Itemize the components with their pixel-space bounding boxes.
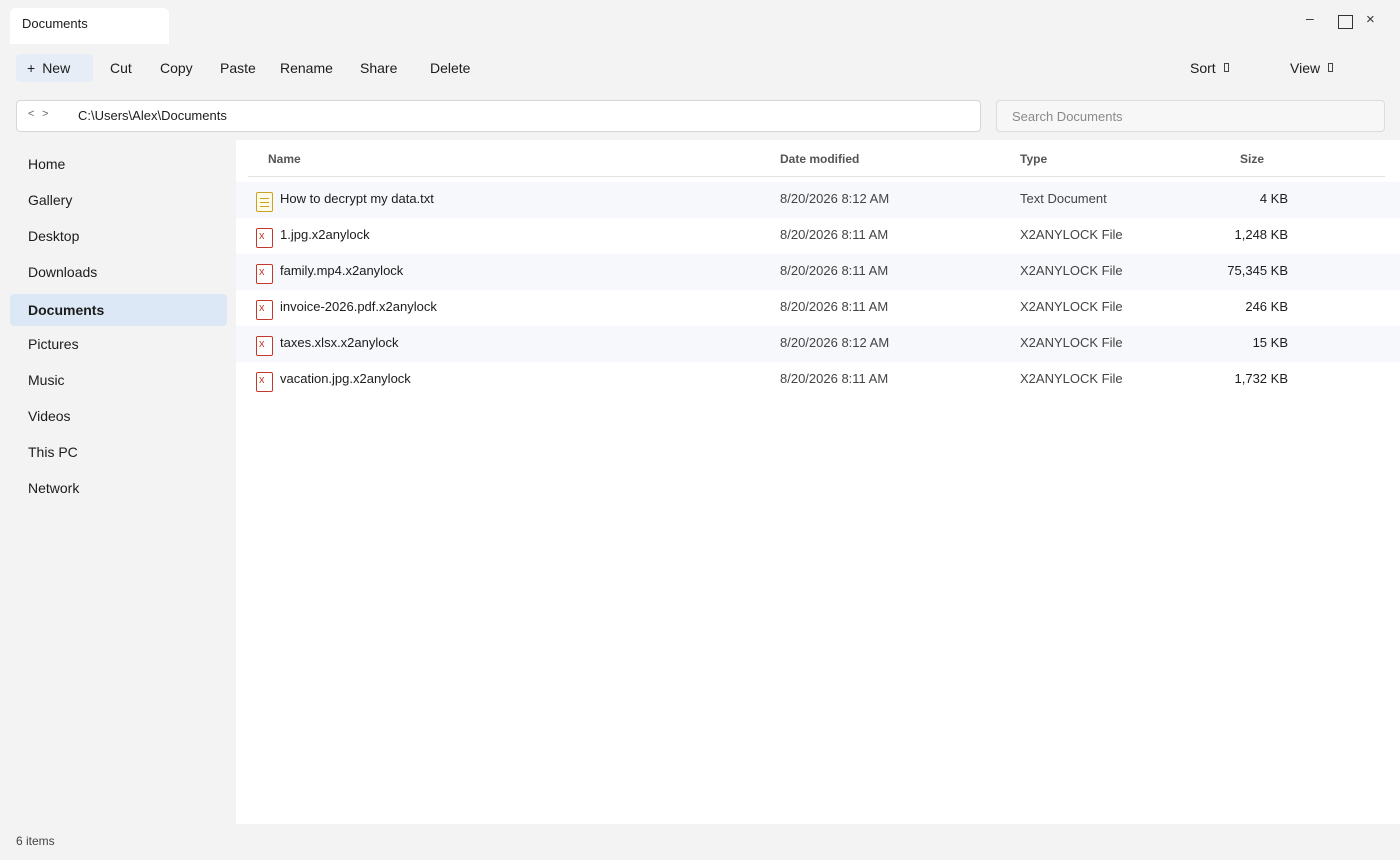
sidebar-item-home[interactable]: Home [10, 148, 227, 180]
sidebar-item-pictures[interactable]: Pictures [10, 328, 227, 360]
sort-label: Sort [1190, 60, 1216, 76]
file-size: 4 KB [1259, 191, 1288, 206]
forward-icon[interactable]: > [42, 108, 48, 120]
share-button[interactable]: Share [360, 54, 397, 82]
file-date: 8/20/2026 8:11 AM [780, 371, 889, 386]
view-label: View [1290, 60, 1321, 76]
locked-file-icon: x [256, 264, 273, 284]
file-row[interactable]: x family.mp4.x2anylock 8/20/2026 8:11 AM… [236, 254, 1400, 290]
file-row[interactable]: x 1.jpg.x2anylock 8/20/2026 8:11 AM X2AN… [236, 218, 1400, 254]
file-name: family.mp4.x2anylock [280, 263, 404, 278]
sidebar-item-documents[interactable]: Documents [10, 294, 227, 326]
file-row[interactable]: x vacation.jpg.x2anylock 8/20/2026 8:11 … [236, 362, 1400, 398]
locked-file-icon: x [256, 372, 273, 392]
text-file-icon [256, 192, 273, 212]
sidebar-item-music[interactable]: Music [10, 364, 227, 396]
file-size: 1,248 KB [1234, 227, 1289, 242]
chevron-down-icon [1328, 63, 1334, 72]
file-date: 8/20/2026 8:11 AM [780, 299, 889, 314]
sidebar-item-gallery[interactable]: Gallery [10, 184, 227, 216]
file-size: 75,345 KB [1227, 263, 1288, 278]
maximize-icon[interactable] [1338, 15, 1353, 29]
close-icon[interactable]: × [1366, 11, 1375, 28]
view-button[interactable]: View [1290, 54, 1334, 82]
paste-button[interactable]: Paste [220, 54, 256, 82]
column-header-date[interactable]: Date modified [780, 152, 859, 166]
file-date: 8/20/2026 8:11 AM [780, 227, 889, 242]
file-size: 1,732 KB [1234, 371, 1289, 386]
file-name: vacation.jpg.x2anylock [280, 371, 411, 386]
file-date: 8/20/2026 8:12 AM [780, 191, 890, 206]
file-type: X2ANYLOCK File [1020, 371, 1123, 386]
file-name: 1.jpg.x2anylock [280, 227, 370, 242]
sidebar-item-network[interactable]: Network [10, 472, 227, 504]
sidebar-item-this-pc[interactable]: This PC [10, 436, 227, 468]
file-list: Name Date modified Type Size How to decr… [236, 140, 1400, 824]
file-date: 8/20/2026 8:12 AM [780, 335, 890, 350]
file-size: 246 KB [1245, 299, 1288, 314]
rename-button[interactable]: Rename [280, 54, 333, 82]
file-type: X2ANYLOCK File [1020, 299, 1123, 314]
address-path[interactable]: C:\Users\Alex\Documents [78, 108, 227, 123]
column-header-size[interactable]: Size [1240, 152, 1264, 166]
file-name: taxes.xlsx.x2anylock [280, 335, 399, 350]
file-row[interactable]: x invoice-2026.pdf.x2anylock 8/20/2026 8… [236, 290, 1400, 326]
item-count: 6 items [16, 834, 55, 848]
file-date: 8/20/2026 8:11 AM [780, 263, 889, 278]
chevron-down-icon [1223, 63, 1229, 72]
plus-icon: + [27, 60, 36, 76]
new-button[interactable]: + New [16, 54, 93, 82]
copy-button[interactable]: Copy [160, 54, 193, 82]
locked-file-icon: x [256, 228, 273, 248]
back-icon[interactable]: < [28, 108, 34, 120]
file-row[interactable]: x taxes.xlsx.x2anylock 8/20/2026 8:12 AM… [236, 326, 1400, 362]
column-header-type[interactable]: Type [1020, 152, 1047, 166]
file-size: 15 KB [1252, 335, 1288, 350]
search-input[interactable] [996, 100, 1385, 132]
command-bar: + New Cut Copy Paste Rename Share Delete … [0, 50, 1400, 86]
sidebar-item-videos[interactable]: Videos [10, 400, 227, 432]
locked-file-icon: x [256, 336, 273, 356]
delete-button[interactable]: Delete [430, 54, 470, 82]
file-name: How to decrypt my data.txt [280, 191, 434, 206]
file-row[interactable]: How to decrypt my data.txt 8/20/2026 8:1… [236, 182, 1400, 218]
locked-file-icon: x [256, 300, 273, 320]
status-bar: 6 items [0, 824, 1400, 860]
minimize-icon[interactable]: – [1306, 10, 1314, 26]
file-type: X2ANYLOCK File [1020, 227, 1123, 242]
sidebar-item-downloads[interactable]: Downloads [10, 256, 227, 288]
tab-documents[interactable]: Documents [10, 8, 169, 44]
file-name: invoice-2026.pdf.x2anylock [280, 299, 437, 314]
title-bar: Documents – × [0, 0, 1400, 44]
sort-button[interactable]: Sort [1190, 54, 1229, 82]
address-bar[interactable]: < > C:\Users\Alex\Documents [16, 100, 981, 132]
column-header-name[interactable]: Name [268, 152, 301, 166]
navigation-pane: Home Gallery Desktop Downloads Documents… [0, 140, 236, 824]
sidebar-item-desktop[interactable]: Desktop [10, 220, 227, 252]
file-type: X2ANYLOCK File [1020, 335, 1123, 350]
file-type: X2ANYLOCK File [1020, 263, 1123, 278]
cut-button[interactable]: Cut [110, 54, 132, 82]
header-divider [248, 176, 1385, 177]
file-type: Text Document [1020, 191, 1107, 206]
tab-title: Documents [22, 16, 88, 31]
new-label: New [42, 60, 71, 76]
